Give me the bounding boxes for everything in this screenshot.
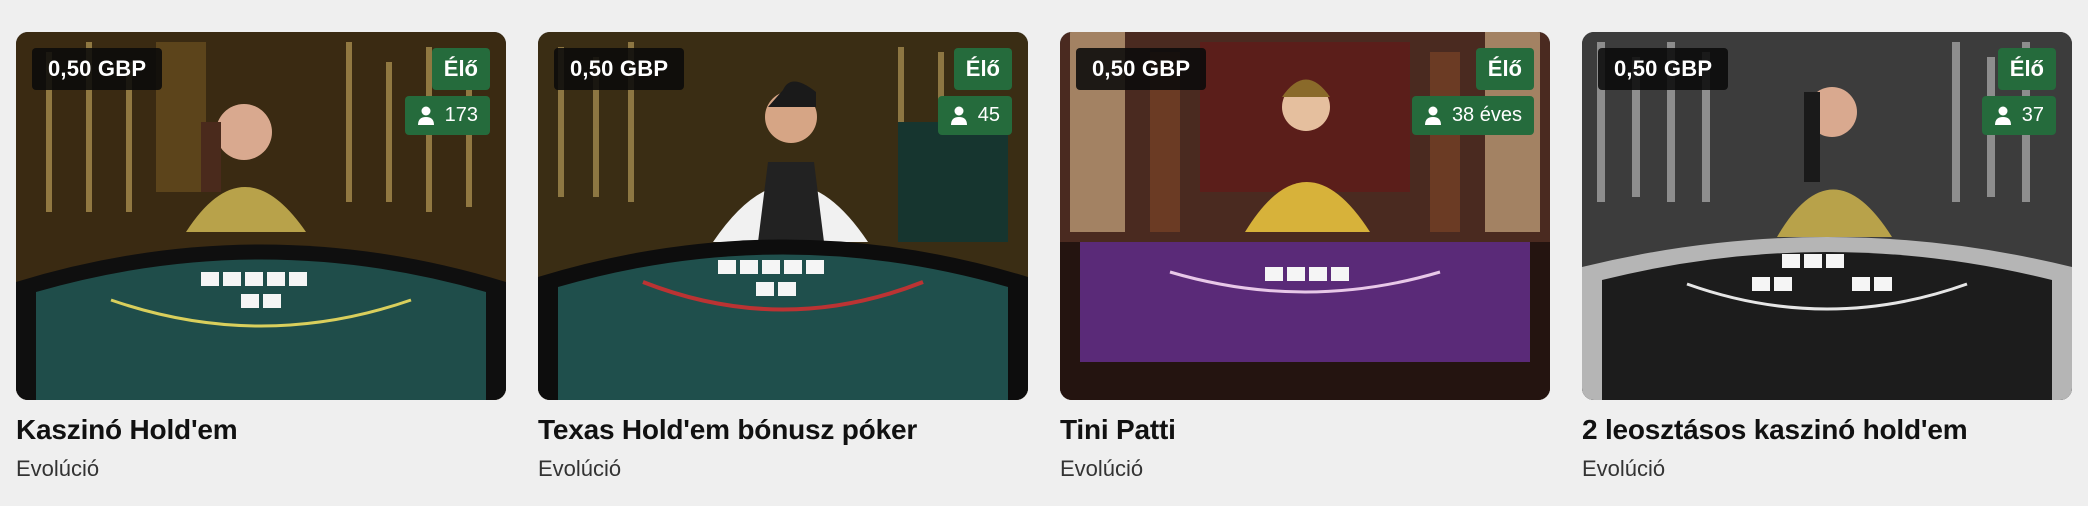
player-count: 173: [444, 104, 478, 126]
person-icon: [950, 106, 967, 125]
bet-price-badge: 0,50 GBP: [554, 48, 685, 90]
game-provider: Evolúció: [1060, 456, 1144, 481]
game-card-tini-patti[interactable]: 0,50 GBP Élő 38 éves Tini Patti Evolúció: [1060, 32, 1550, 482]
game-title[interactable]: Texas Hold'em bónusz póker: [538, 414, 1028, 446]
game-thumbnail[interactable]: 0,50 GBP Élő 38 éves: [1060, 32, 1550, 400]
game-card-kaszino-holdem[interactable]: 0,50 GBP Élő 173 Kaszinó Hold'em Evolúci…: [16, 32, 506, 482]
person-icon: [1424, 106, 1441, 125]
player-count-badge: 38 éves: [1411, 96, 1534, 135]
person-icon: [417, 106, 434, 125]
game-title[interactable]: Tini Patti: [1060, 414, 1550, 446]
player-count-badge: 45: [937, 96, 1012, 135]
bet-price-badge: 0,50 GBP: [1076, 48, 1207, 90]
live-badge: Élő: [1475, 48, 1534, 90]
game-title[interactable]: Kaszinó Hold'em: [16, 414, 506, 446]
game-grid: 0,50 GBP Élő 173 Kaszinó Hold'em Evolúci…: [0, 0, 2088, 482]
game-thumbnail[interactable]: 0,50 GBP Élő 45: [538, 32, 1028, 400]
live-badge: Élő: [431, 48, 490, 90]
game-card-texas-holdem-bonus[interactable]: 0,50 GBP Élő 45 Texas Hold'em bónusz pók…: [538, 32, 1028, 482]
bet-price-badge: 0,50 GBP: [32, 48, 163, 90]
game-thumbnail[interactable]: 0,50 GBP Élő 173: [16, 32, 506, 400]
live-badge: Élő: [1997, 48, 2056, 90]
person-icon: [1994, 106, 2011, 125]
game-title[interactable]: 2 leosztásos kaszinó hold'em: [1582, 414, 2072, 446]
player-count: 38 éves: [1451, 104, 1522, 126]
game-provider: Evolúció: [538, 456, 622, 481]
player-count: 45: [977, 104, 1000, 126]
game-provider: Evolúció: [1582, 456, 1666, 481]
game-thumbnail[interactable]: 0,50 GBP Élő 37: [1582, 32, 2072, 400]
live-badge: Élő: [953, 48, 1012, 90]
player-count: 37: [2021, 104, 2044, 126]
game-provider: Evolúció: [16, 456, 100, 481]
game-card-2-hand-casino-holdem[interactable]: 0,50 GBP Élő 37 2 leosztásos kaszinó hol…: [1582, 32, 2072, 482]
player-count-badge: 37: [1981, 96, 2056, 135]
player-count-badge: 173: [404, 96, 490, 135]
bet-price-badge: 0,50 GBP: [1598, 48, 1729, 90]
